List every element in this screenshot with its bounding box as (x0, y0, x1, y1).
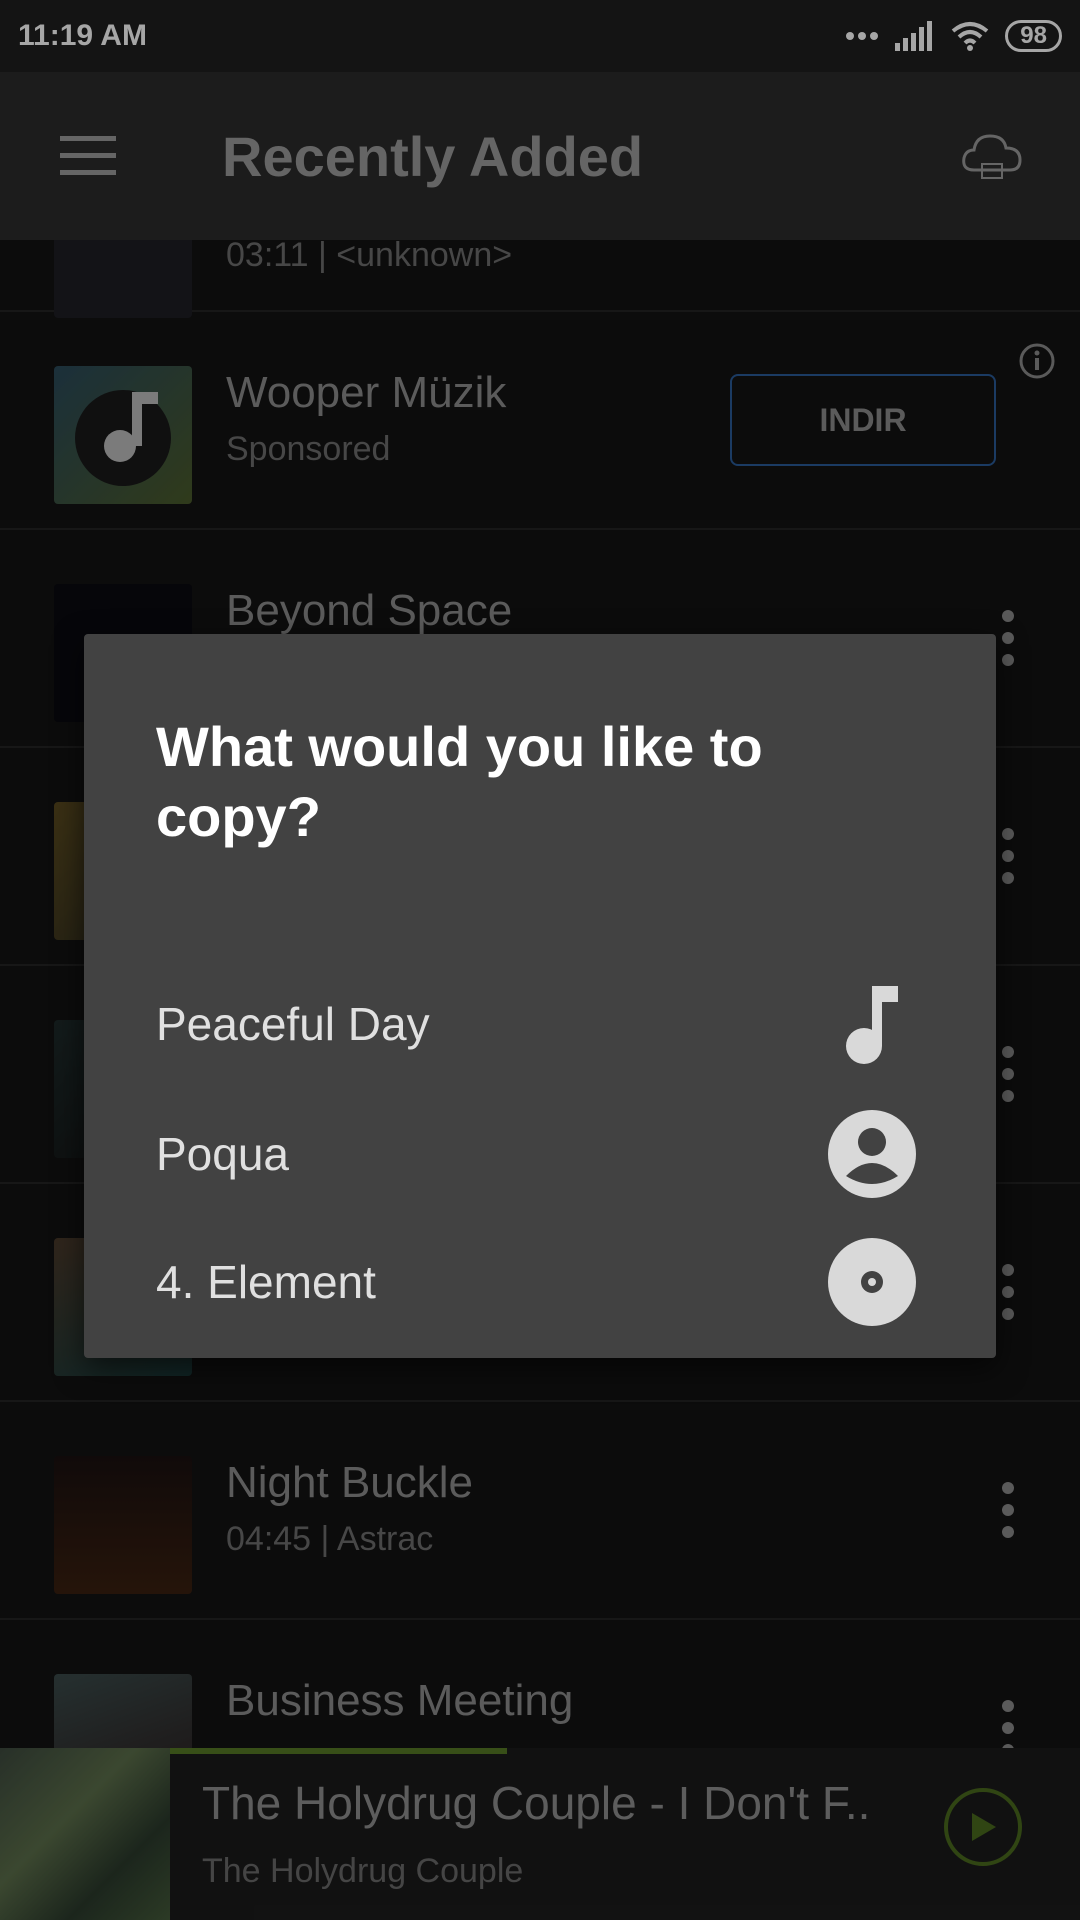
copy-option-label: Peaceful Day (156, 998, 430, 1050)
dialog-title: What would you like to copy? (156, 715, 763, 848)
copy-option-song[interactable]: Peaceful Day (84, 964, 996, 1084)
album-disc-icon (828, 1238, 916, 1326)
copy-dialog: What would you like to copy? Peaceful Da… (84, 634, 996, 1358)
music-note-icon (828, 980, 916, 1068)
copy-option-label: 4. Element (156, 1256, 376, 1308)
artist-icon (828, 1110, 916, 1198)
copy-option-label: Poqua (156, 1128, 290, 1180)
copy-option-album[interactable]: 4. Element (84, 1222, 996, 1342)
copy-option-artist[interactable]: Poqua (84, 1094, 996, 1214)
